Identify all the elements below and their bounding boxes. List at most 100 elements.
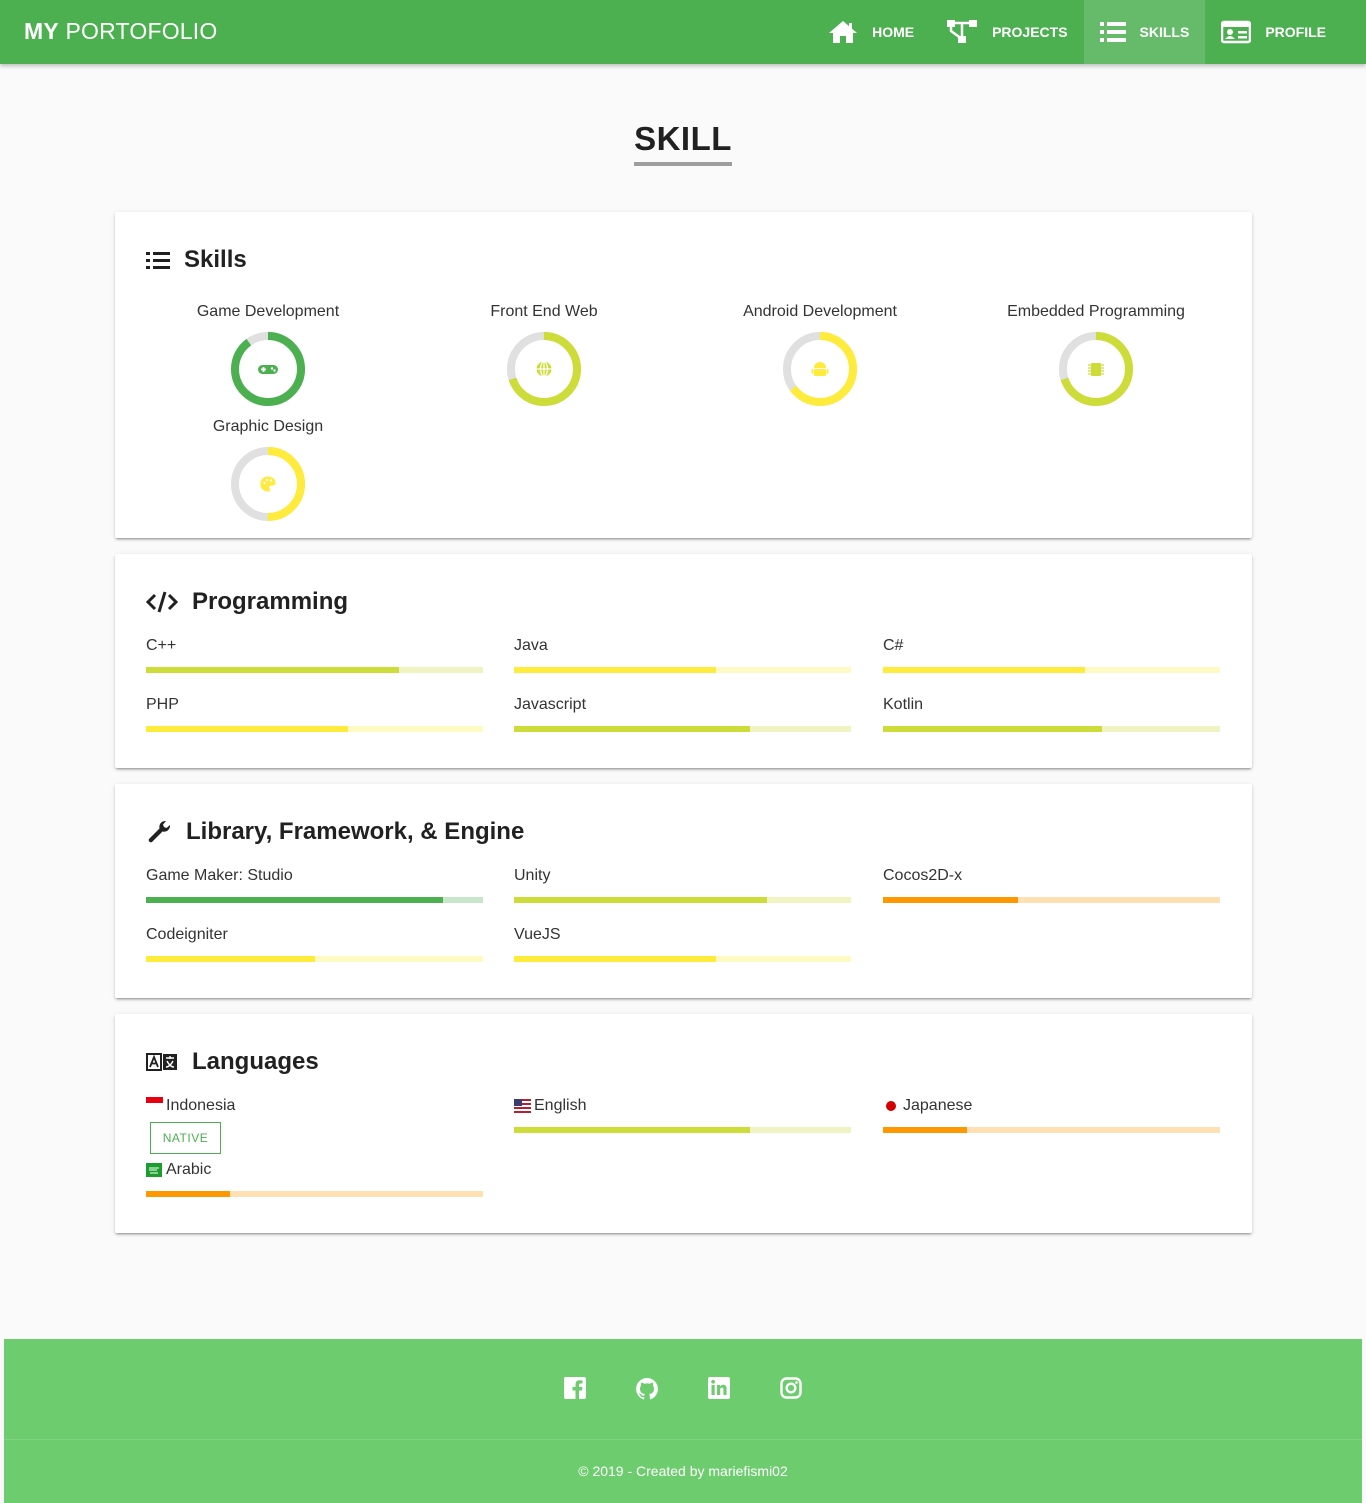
skill-bar-label: PHP	[146, 696, 179, 713]
facebook-icon	[564, 1377, 586, 1399]
nav-home[interactable]: HOME	[812, 0, 930, 64]
progress-track	[514, 897, 851, 903]
progress-track	[514, 956, 851, 962]
footer-divider	[4, 1439, 1362, 1440]
languages-card: Languages Indonesia NATIVE Arabic Englis…	[115, 1014, 1252, 1233]
progress-track	[883, 897, 1220, 903]
linkedin-link[interactable]	[683, 1377, 755, 1401]
nav-projects[interactable]: PROJECTS	[930, 0, 1083, 64]
skill-bar-item: PHP	[146, 695, 483, 732]
flag-japan-icon	[886, 1101, 896, 1111]
skill-bar-label: Kotlin	[883, 696, 924, 713]
library-card-header: Library, Framework, & Engine	[146, 818, 524, 846]
languages-card-header: Languages	[146, 1048, 319, 1076]
language-label-row: Arabic	[146, 1160, 483, 1180]
home-icon	[829, 21, 858, 43]
list-icon	[146, 252, 170, 269]
instagram-link[interactable]	[755, 1377, 827, 1401]
navbar: MY PORTOFOLIO HOME PROJECTS SKILLS PROFI…	[0, 0, 1366, 64]
progress-fill	[514, 897, 767, 903]
progress-track	[146, 897, 483, 903]
skill-item: Front End Web	[406, 302, 682, 408]
github-link[interactable]	[611, 1377, 683, 1401]
code-icon	[146, 591, 178, 613]
progress-track	[514, 667, 851, 673]
id-card-icon	[1221, 20, 1252, 44]
progress-track	[883, 1127, 1220, 1133]
programming-card-title: Programming	[192, 588, 349, 615]
skill-bar-item: C++	[146, 636, 483, 673]
nav-home-label: HOME	[872, 24, 915, 40]
list-icon	[1099, 22, 1126, 42]
sitemap-icon	[947, 20, 978, 43]
skill-bar-label: Unity	[514, 867, 551, 884]
skill-ring	[1059, 332, 1133, 406]
wrench-icon	[148, 820, 171, 843]
brand-bold: MY	[24, 18, 59, 44]
palette-icon	[260, 476, 276, 492]
native-badge: NATIVE	[150, 1122, 221, 1154]
progress-fill	[146, 726, 349, 732]
skill-ring	[231, 447, 305, 521]
language-label: Japanese	[903, 1097, 973, 1114]
translate-icon	[146, 1053, 177, 1071]
skill-bar-label: Game Maker: Studio	[146, 867, 293, 884]
globe-icon	[536, 360, 552, 378]
skill-label: Android Development	[743, 303, 897, 320]
language-label-row: English	[514, 1096, 851, 1116]
skill-bar-label: Codeigniter	[146, 926, 228, 943]
skill-bar-item: C#	[883, 636, 1220, 673]
progress-fill	[883, 667, 1086, 673]
skill-ring	[783, 332, 857, 406]
skill-item: Android Development	[682, 302, 958, 408]
main-nav: HOME PROJECTS SKILLS PROFILE	[812, 0, 1342, 64]
social-links	[4, 1377, 1362, 1401]
instagram-icon	[780, 1377, 802, 1399]
nav-profile[interactable]: PROFILE	[1205, 0, 1342, 64]
library-card-title: Library, Framework, & Engine	[186, 818, 525, 845]
progress-fill	[514, 667, 717, 673]
nav-profile-label: PROFILE	[1265, 24, 1326, 40]
skill-bar-label: Java	[514, 637, 548, 654]
language-label-row: Japanese	[883, 1096, 1220, 1116]
progress-fill	[883, 726, 1103, 732]
skill-bar-label: VueJS	[514, 926, 561, 943]
progress-fill	[146, 956, 315, 962]
copyright-text: © 2019 - Created by mariefismi02	[578, 1463, 788, 1479]
progress-fill	[146, 667, 399, 673]
programming-card-header: Programming	[146, 588, 348, 616]
language-label-row: Indonesia	[146, 1096, 483, 1116]
progress-track	[146, 726, 483, 732]
progress-fill	[146, 897, 443, 903]
language-item-arabic: Arabic	[146, 1160, 483, 1197]
skill-bar-label: C#	[883, 637, 904, 654]
gamepad-icon	[258, 365, 278, 374]
language-item-indonesia: Indonesia NATIVE	[146, 1096, 483, 1154]
skill-bar-item: Cocos2D-x	[883, 866, 1220, 903]
skill-bar-label: Javascript	[514, 696, 587, 713]
progress-track	[883, 667, 1220, 673]
progress-fill	[514, 726, 750, 732]
skill-ring	[507, 332, 581, 406]
skills-card-header: Skills	[146, 246, 247, 274]
skill-bar-item: VueJS	[514, 925, 851, 962]
progress-track	[146, 956, 483, 962]
skill-item: Graphic Design	[130, 417, 406, 523]
skill-item: Embedded Programming	[958, 302, 1234, 408]
brand-logo[interactable]: MY PORTOFOLIO	[24, 18, 217, 45]
linkedin-icon	[708, 1377, 730, 1399]
library-card: Library, Framework, & Engine Game Maker:…	[115, 784, 1252, 998]
skill-item: Game Development	[130, 302, 406, 408]
flag-indonesia-icon	[146, 1097, 163, 1109]
facebook-link[interactable]	[539, 1377, 611, 1401]
skills-card-title: Skills	[184, 246, 247, 273]
languages-card-title: Languages	[192, 1048, 319, 1075]
skill-label: Embedded Programming	[1007, 303, 1185, 320]
skill-label: Game Development	[196, 303, 340, 320]
nav-skills[interactable]: SKILLS	[1083, 0, 1206, 64]
skills-card: Skills Game Development Front End Web An…	[115, 212, 1252, 538]
language-label: Indonesia	[166, 1097, 236, 1114]
skill-bar-item: Game Maker: Studio	[146, 866, 483, 903]
progress-fill	[883, 1127, 968, 1133]
language-item-english: English	[514, 1096, 851, 1133]
